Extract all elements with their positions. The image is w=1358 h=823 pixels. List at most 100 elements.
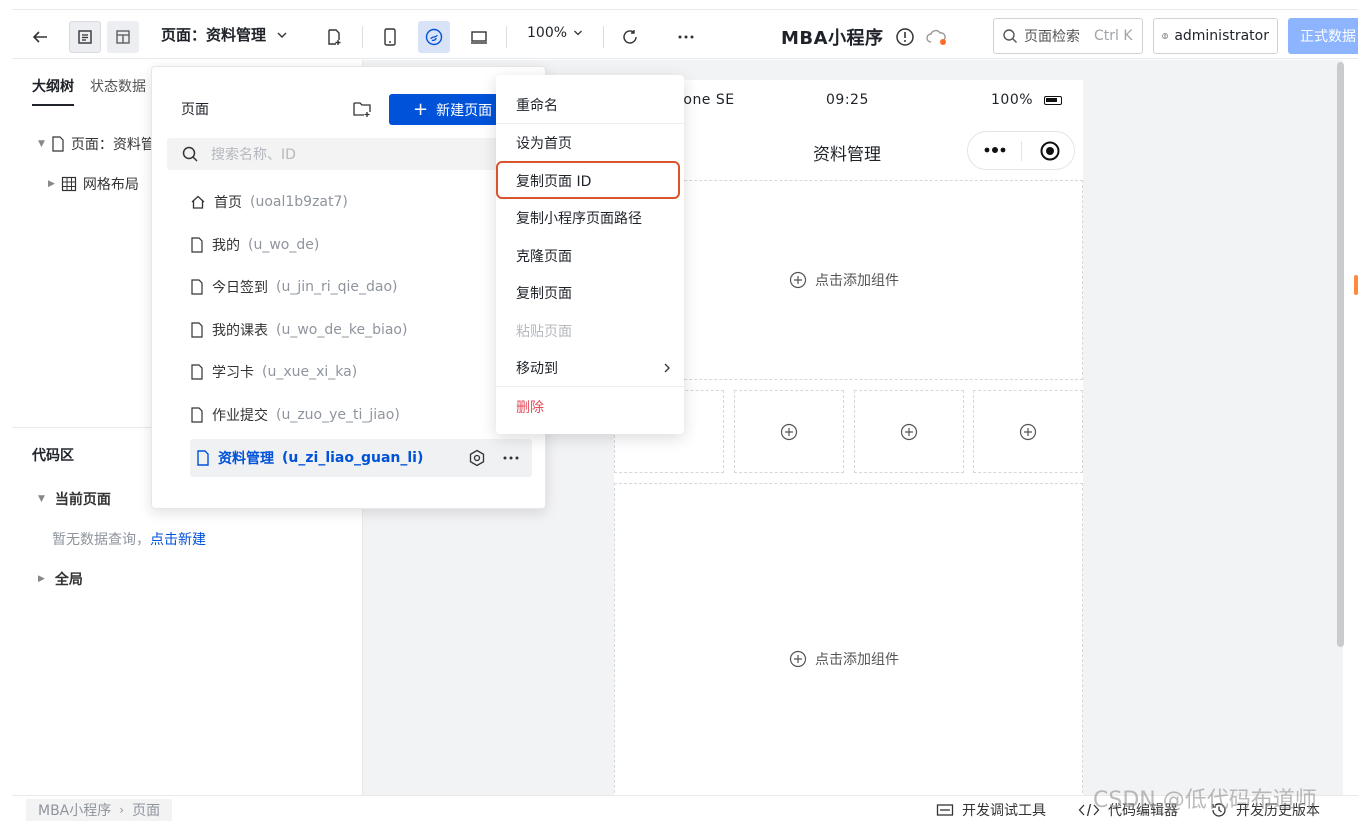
page-item-home[interactable]: 首页 (uoal1b9zat7) bbox=[190, 183, 348, 221]
side-indicator[interactable] bbox=[1354, 275, 1358, 295]
page-list-panel: 页面 + 新建页面 搜索名称、ID 首页 (uoal1b9zat7) 我的 (u… bbox=[151, 66, 546, 509]
grid-cell[interactable] bbox=[854, 390, 964, 473]
page-id: (u_jin_ri_qie_dao) bbox=[276, 279, 398, 295]
menu-paste-page: 粘贴页面 bbox=[516, 324, 572, 340]
user-menu-button[interactable]: administrator bbox=[1153, 18, 1278, 54]
add-component-button[interactable]: 点击添加组件 bbox=[789, 270, 899, 290]
caret-right-icon[interactable]: ▶ bbox=[48, 179, 55, 189]
menu-clone-page[interactable]: 克隆页面 bbox=[516, 246, 572, 266]
settings-icon[interactable] bbox=[468, 449, 486, 467]
page-item[interactable]: 我的 (u_wo_de) bbox=[190, 226, 319, 264]
search-icon bbox=[182, 146, 198, 162]
zoom-value: 100% bbox=[527, 25, 568, 41]
back-arrow-icon[interactable] bbox=[24, 21, 56, 53]
grid-cell[interactable] bbox=[973, 390, 1083, 473]
mobile-device-icon[interactable] bbox=[374, 21, 406, 53]
add-file-icon[interactable] bbox=[318, 21, 350, 53]
phone-page-title: 资料管理 bbox=[813, 145, 881, 165]
phone-preview: hone SE 09:25 100% 资料管理 点击添加组件 点击添加组件 bbox=[614, 80, 1083, 803]
page-item[interactable]: 我的课表 (u_wo_de_ke_biao) bbox=[190, 311, 407, 349]
breadcrumb: MBA小程序 › 页面 bbox=[26, 799, 173, 821]
page-id: (u_wo_de) bbox=[248, 237, 320, 253]
chevron-right-icon: › bbox=[119, 803, 125, 817]
page-item[interactable]: 今日签到 (u_jin_ri_qie_dao) bbox=[190, 268, 398, 306]
menu-set-home[interactable]: 设为首页 bbox=[516, 133, 572, 153]
breadcrumb-app[interactable]: MBA小程序 bbox=[38, 800, 111, 820]
current-page-section[interactable]: ▼ 当前页面 bbox=[38, 489, 111, 509]
page-name: 我的 bbox=[212, 238, 240, 254]
menu-copy-page[interactable]: 复制页面 bbox=[516, 283, 572, 303]
status-time: 09:25 bbox=[826, 92, 869, 108]
code-area-title: 代码区 bbox=[32, 448, 74, 464]
layout-view-icon[interactable] bbox=[107, 21, 139, 53]
page-search-input[interactable]: 搜索名称、ID bbox=[167, 138, 502, 170]
tree-node-page[interactable]: ▼ 页面：资料管理 bbox=[38, 134, 169, 154]
add-circle-icon bbox=[789, 271, 807, 289]
add-circle-icon[interactable] bbox=[780, 423, 798, 441]
tab-outline-tree[interactable]: 大纲树 bbox=[32, 76, 74, 106]
add-circle-icon[interactable] bbox=[900, 423, 918, 441]
more-icon[interactable] bbox=[502, 455, 520, 461]
battery-icon bbox=[1044, 96, 1062, 105]
top-toolbar: 页面：资料管理 100% MBA小程序 页面检索 Ctrl K administ… bbox=[12, 9, 1358, 59]
menu-copy-path[interactable]: 复制小程序页面路径 bbox=[516, 208, 642, 228]
tab-state-data[interactable]: 状态数据 bbox=[90, 76, 146, 106]
outline-view-icon[interactable] bbox=[69, 21, 101, 53]
debug-tools-button[interactable]: 开发调试工具 bbox=[936, 800, 1046, 820]
mini-program-icon[interactable] bbox=[418, 21, 450, 53]
capsule-button[interactable] bbox=[967, 131, 1075, 170]
desktop-device-icon[interactable] bbox=[463, 21, 495, 53]
page-name: 我的课表 bbox=[212, 323, 268, 339]
empty-text: 暂无数据查询， bbox=[52, 532, 150, 548]
page-selector[interactable]: 页面：资料管理 bbox=[161, 24, 288, 45]
menu-move-to[interactable]: 移动到 bbox=[516, 358, 558, 378]
page-item[interactable]: 学习卡 (u_xue_xi_ka) bbox=[190, 353, 357, 391]
watermark: CSDN @低代码布道师 bbox=[1093, 788, 1317, 813]
drop-zone-top[interactable]: 点击添加组件 bbox=[614, 180, 1083, 380]
page-name: 首页 bbox=[214, 195, 242, 211]
page-item-selected[interactable]: 资料管理 (u_zi_liao_guan_li) bbox=[190, 439, 532, 477]
debug-icon bbox=[936, 804, 954, 816]
refresh-icon[interactable] bbox=[614, 21, 646, 53]
file-icon bbox=[191, 322, 203, 338]
caret-down-icon[interactable]: ▼ bbox=[38, 139, 45, 149]
page-panel-title: 页面 bbox=[181, 102, 209, 118]
new-page-button[interactable]: + 新建页面 bbox=[389, 94, 504, 125]
add-circle-icon[interactable] bbox=[1019, 423, 1037, 441]
cloud-sync-icon[interactable] bbox=[921, 21, 953, 53]
breadcrumb-page[interactable]: 页面 bbox=[132, 800, 160, 820]
capsule-more-icon[interactable] bbox=[982, 143, 1008, 157]
caret-right-icon[interactable]: ▶ bbox=[38, 574, 45, 584]
add-component-button[interactable]: 点击添加组件 bbox=[789, 649, 899, 669]
menu-delete[interactable]: 删除 bbox=[516, 397, 544, 417]
file-icon bbox=[52, 136, 64, 152]
page-item[interactable]: 作业提交 (u_zuo_ye_ti_jiao) bbox=[190, 396, 400, 434]
canvas-scrollbar[interactable] bbox=[1337, 62, 1344, 647]
page-search-button[interactable]: 页面检索 Ctrl K bbox=[993, 18, 1143, 54]
tree-node-grid[interactable]: ▶ 网格布局 bbox=[48, 174, 139, 194]
page-name: 学习卡 bbox=[212, 365, 254, 381]
zoom-select[interactable]: 100% bbox=[527, 25, 583, 41]
add-component-label: 点击添加组件 bbox=[815, 273, 899, 289]
new-folder-icon[interactable] bbox=[352, 100, 372, 118]
global-section[interactable]: ▶ 全局 bbox=[38, 569, 83, 589]
more-icon[interactable] bbox=[670, 21, 702, 53]
app-title: MBA小程序 bbox=[781, 28, 884, 49]
page-id: (u_zuo_ye_ti_jiao) bbox=[276, 407, 400, 423]
user-avatar-icon bbox=[1162, 33, 1169, 39]
caret-down-icon[interactable]: ▼ bbox=[38, 494, 45, 504]
capsule-close-icon[interactable] bbox=[1039, 140, 1061, 162]
file-icon bbox=[191, 279, 203, 295]
chevron-right-icon bbox=[664, 363, 670, 373]
create-query-link[interactable]: 点击新建 bbox=[150, 532, 206, 548]
menu-rename[interactable]: 重命名 bbox=[516, 95, 558, 115]
menu-copy-page-id[interactable]: 复制页面 ID bbox=[516, 171, 591, 191]
publish-button[interactable]: 正式数据 bbox=[1288, 18, 1358, 54]
grid-icon bbox=[61, 176, 77, 192]
global-label: 全局 bbox=[54, 572, 83, 588]
add-component-label: 点击添加组件 bbox=[815, 652, 899, 668]
info-icon[interactable] bbox=[889, 21, 921, 53]
grid-cell[interactable] bbox=[734, 390, 844, 473]
add-circle-icon bbox=[789, 650, 807, 668]
drop-zone-bottom[interactable]: 点击添加组件 bbox=[614, 483, 1083, 803]
